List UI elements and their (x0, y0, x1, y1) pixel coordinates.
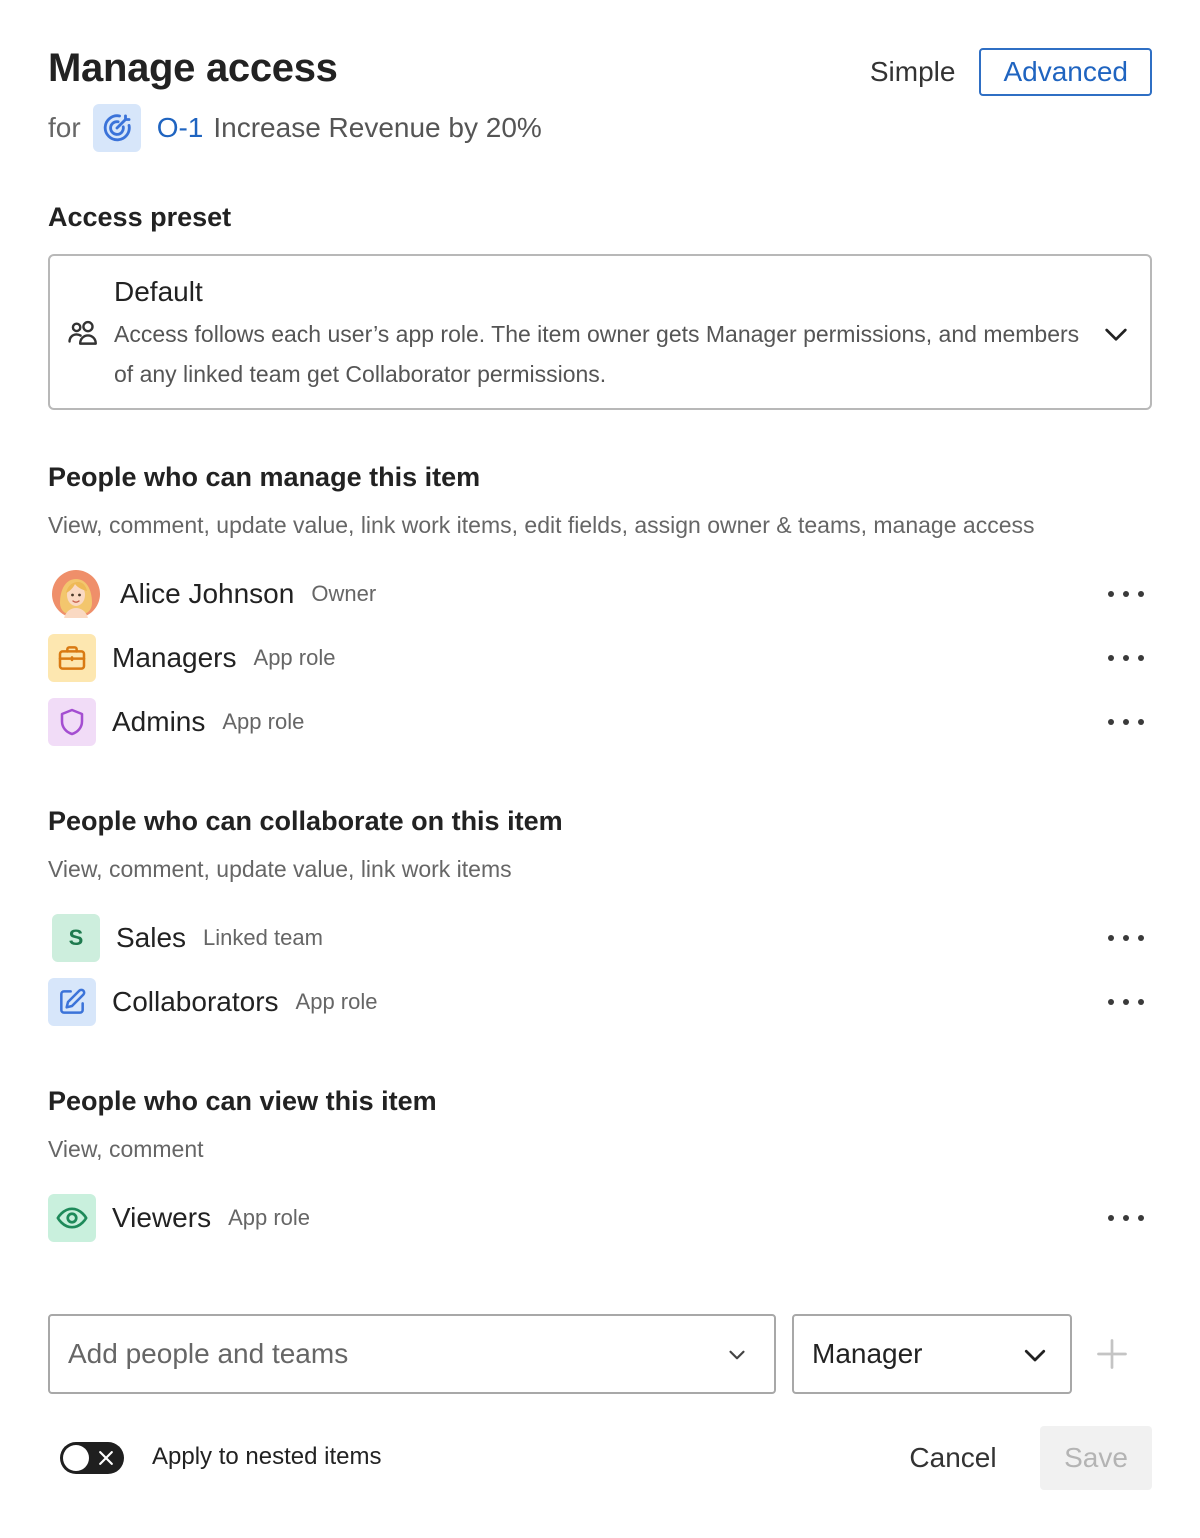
add-plus-icon[interactable] (1094, 1336, 1130, 1372)
access-preset-heading: Access preset (48, 202, 232, 232)
chevron-down-icon (1105, 328, 1127, 341)
mode-toggle: Simple Advanced (870, 48, 1152, 96)
access-row-sales: S Sales Linked team (48, 912, 1152, 964)
for-label: for (48, 112, 81, 143)
view-section-subtitle: View, comment (48, 1136, 204, 1162)
member-tag: Owner (311, 581, 377, 606)
toggle-knob (63, 1445, 89, 1471)
add-people-select[interactable]: Add people and teams (48, 1314, 776, 1394)
preset-description: Access follows each user’s app role. The… (114, 321, 1080, 387)
member-name: Collaborators (112, 986, 279, 1017)
more-options-icon[interactable] (1108, 1202, 1144, 1234)
team-initial-avatar: S (52, 914, 100, 962)
role-select-value: Manager (812, 1338, 923, 1369)
member-name: Viewers (112, 1202, 212, 1233)
collaborate-section-subtitle: View, comment, update value, link work i… (48, 856, 512, 882)
collaborate-section-title: People who can collaborate on this item (48, 806, 563, 836)
manage-section-subtitle: View, comment, update value, link work i… (48, 512, 1035, 538)
manage-section-title: People who can manage this item (48, 462, 481, 492)
item-key-link[interactable]: O-1 (157, 112, 204, 144)
chevron-down-icon (1024, 1349, 1046, 1362)
add-people-placeholder: Add people and teams (68, 1338, 349, 1369)
goal-target-icon (92, 104, 141, 152)
dialog-title: Manage access (48, 46, 338, 90)
close-icon (99, 1451, 113, 1465)
eye-icon (48, 1194, 96, 1242)
member-tag: App role (253, 645, 336, 670)
member-tag: Linked team (203, 925, 323, 950)
member-name: Alice Johnson (120, 578, 295, 609)
cancel-button[interactable]: Cancel (886, 1428, 1020, 1488)
member-tag: App role (228, 1205, 311, 1230)
shield-icon (48, 698, 96, 746)
more-options-icon[interactable] (1108, 578, 1144, 610)
access-row-admins: Admins App role (48, 696, 1152, 748)
member-tag: App role (295, 989, 378, 1014)
access-row-viewers: Viewers App role (48, 1192, 1152, 1244)
access-row-collaborators: Collaborators App role (48, 976, 1152, 1028)
access-preset-select[interactable]: Default Access follows each user’s app r… (48, 254, 1152, 410)
member-name: Managers (112, 642, 237, 673)
edit-icon (48, 978, 96, 1026)
item-reference: for O-1 Increase Revenue by 20% (48, 104, 542, 152)
role-select[interactable]: Manager (792, 1314, 1072, 1394)
briefcase-icon (48, 634, 96, 682)
more-options-icon[interactable] (1108, 986, 1144, 1018)
access-row-managers: Managers App role (48, 632, 1152, 684)
member-name: Sales (116, 922, 187, 953)
team-initial: S (68, 925, 84, 950)
more-options-icon[interactable] (1108, 642, 1144, 674)
save-button[interactable]: Save (1040, 1426, 1152, 1490)
preset-name: Default (114, 276, 203, 307)
mode-simple-button[interactable]: Simple (870, 56, 956, 88)
access-row-alice-johnson: Alice Johnson Owner (48, 568, 1152, 620)
member-tag: App role (222, 709, 305, 734)
chevron-down-icon (729, 1350, 745, 1360)
view-section-title: People who can view this item (48, 1086, 437, 1116)
apply-nested-label: Apply to nested items (152, 1443, 382, 1470)
mode-advanced-button[interactable]: Advanced (979, 48, 1152, 96)
member-name: Admins (112, 706, 206, 737)
more-options-icon[interactable] (1108, 922, 1144, 954)
user-avatar (48, 570, 104, 618)
people-icon (68, 320, 97, 345)
more-options-icon[interactable] (1108, 706, 1144, 738)
item-name: Increase Revenue by 20% (213, 112, 542, 143)
manage-access-dialog: Manage access Simple Advanced for O-1 In… (0, 0, 1200, 1538)
apply-nested-toggle[interactable] (60, 1442, 124, 1474)
